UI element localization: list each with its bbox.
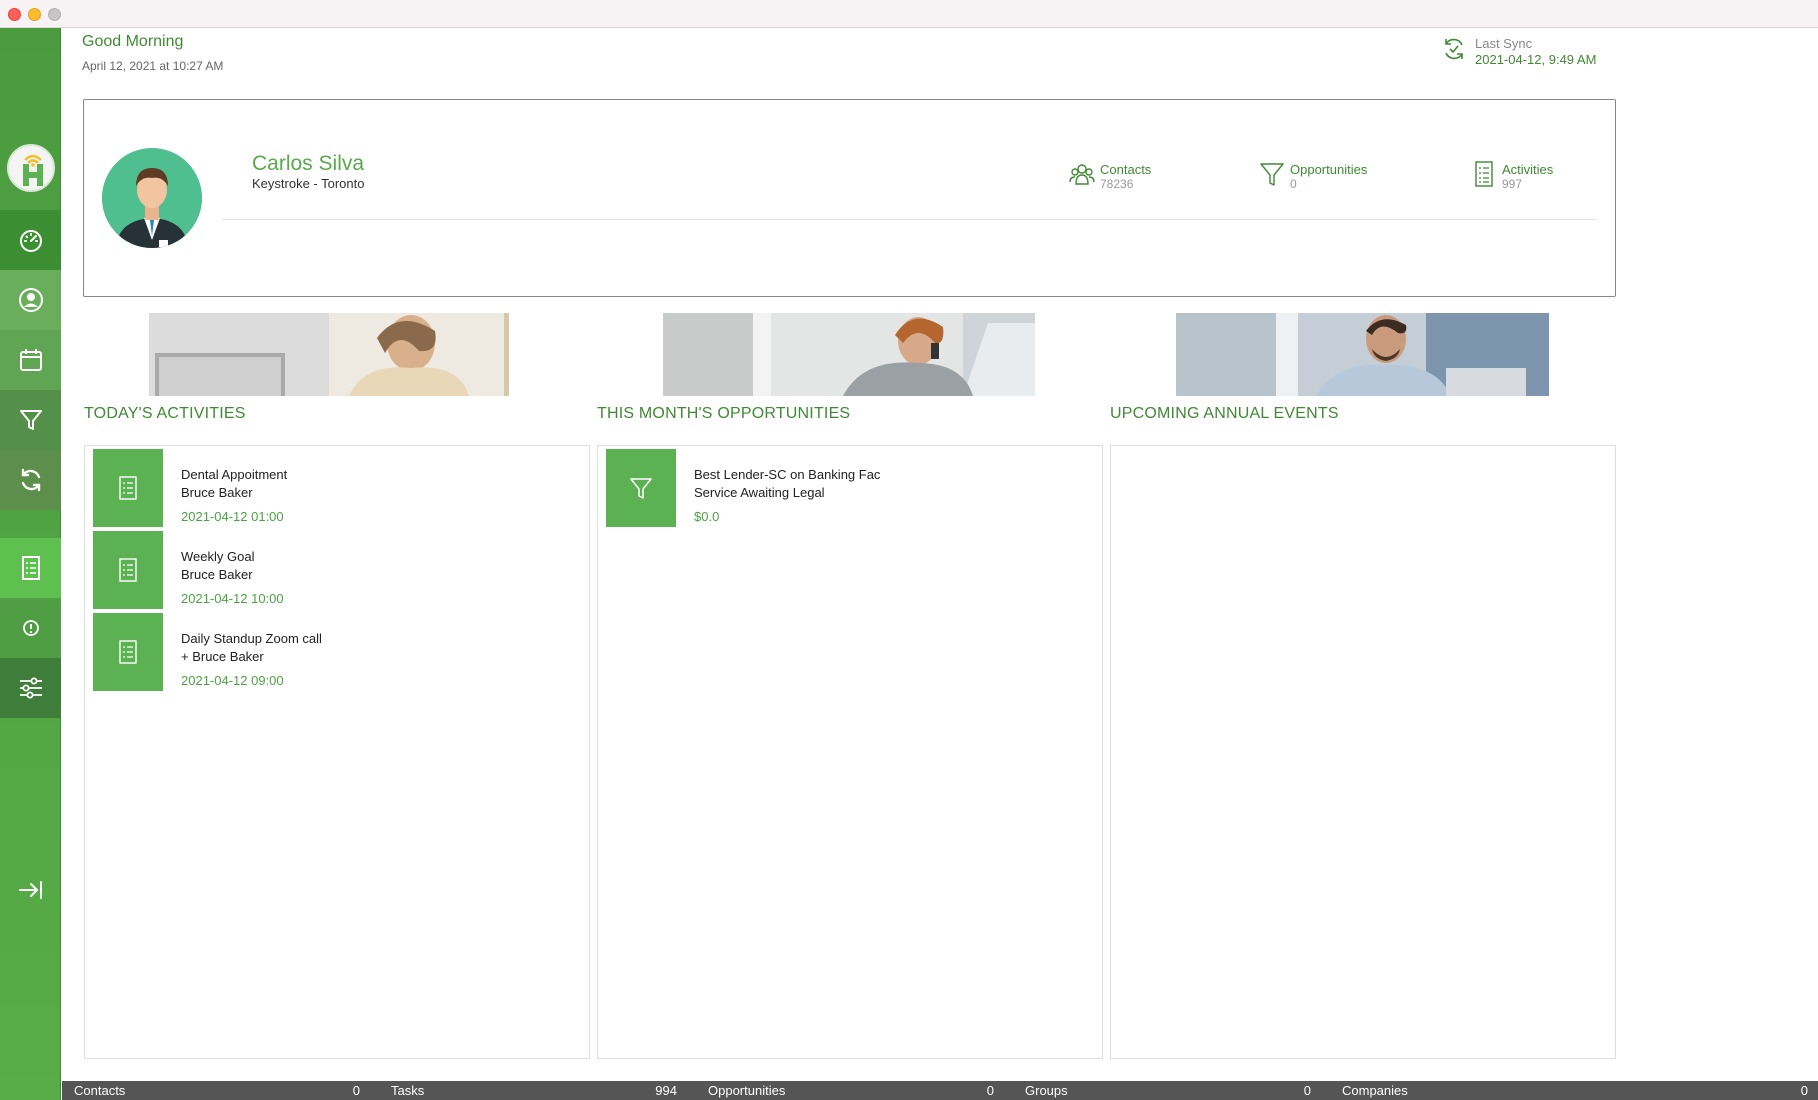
- activity-time: 2021-04-12 09:00: [181, 673, 284, 688]
- funnel-icon: [630, 478, 652, 499]
- stat-contacts-label: Contacts: [1100, 162, 1152, 177]
- checklist-icon: [119, 476, 137, 500]
- stat-contacts-value: 78236: [1100, 177, 1134, 191]
- user-avatar-icon: [102, 148, 202, 248]
- calendar-icon: [19, 349, 42, 371]
- annual-events-panel: [1110, 445, 1616, 1059]
- man-on-phone-image: [663, 313, 1035, 396]
- activity-item[interactable]: Daily Standup Zoom call + Bruce Baker 20…: [93, 613, 573, 693]
- nav-dashboard[interactable]: [0, 210, 61, 270]
- activity-icon-tile: [93, 449, 163, 527]
- status-tasks-value: 994: [655, 1083, 677, 1098]
- month-opportunities-panel: Best Lender-SC on Banking Fac Service Aw…: [597, 445, 1103, 1059]
- status-contacts: Contacts 0: [62, 1083, 370, 1099]
- window-close-button[interactable]: [8, 8, 21, 21]
- events-banner-image: [1176, 313, 1549, 396]
- activities-banner-image: [149, 313, 509, 396]
- status-opportunities-label: Opportunities: [708, 1083, 786, 1098]
- funnel-icon: [1260, 163, 1284, 186]
- opportunity-item[interactable]: Best Lender-SC on Banking Fac Service Aw…: [606, 449, 1086, 529]
- status-opportunities-value: 0: [986, 1083, 994, 1098]
- status-opportunities: Opportunities 0: [696, 1083, 1004, 1099]
- activity-item[interactable]: Dental Appoitment Bruce Baker 2021-04-12…: [93, 449, 573, 529]
- greeting-text: Good Morning: [82, 33, 184, 50]
- user-circle-icon: [18, 288, 43, 312]
- checklist-icon: [119, 640, 137, 664]
- profile-company: Keystroke - Toronto: [252, 176, 365, 191]
- window-titlebar: [0, 0, 1818, 28]
- opportunity-status: Service Awaiting Legal: [694, 485, 825, 500]
- status-groups-label: Groups: [1025, 1083, 1068, 1098]
- checklist-icon: [1475, 161, 1493, 187]
- opportunity-title: Best Lender-SC on Banking Fac: [694, 467, 881, 482]
- stat-activities-label: Activities: [1502, 162, 1554, 177]
- activity-icon-tile: [93, 531, 163, 609]
- nav-sync[interactable]: [0, 450, 61, 510]
- status-companies-label: Companies: [1342, 1083, 1408, 1098]
- status-groups-value: 0: [1303, 1083, 1311, 1098]
- profile-divider: [222, 219, 1596, 220]
- nav-settings[interactable]: [0, 658, 61, 718]
- activity-title: Dental Appoitment: [181, 467, 288, 482]
- settings-sliders-icon: [19, 677, 42, 699]
- status-tasks: Tasks 994: [379, 1083, 687, 1099]
- activity-item[interactable]: Weekly Goal Bruce Baker 2021-04-12 10:00: [93, 531, 573, 611]
- status-contacts-value: 0: [352, 1083, 360, 1098]
- sidebar: [0, 28, 61, 1100]
- avatar: [102, 148, 202, 248]
- nav-activities[interactable]: [0, 538, 61, 598]
- opportunity-icon-tile: [606, 449, 676, 527]
- sync-icon: [21, 468, 40, 492]
- nav-opportunities[interactable]: [0, 390, 61, 450]
- todays-activities-title: TODAY'S ACTIVITIES: [84, 405, 246, 422]
- activity-person: Bruce Baker: [181, 485, 253, 500]
- nav-calendar[interactable]: [0, 330, 61, 390]
- nav-contacts[interactable]: [0, 270, 61, 330]
- app-logo-icon: [9, 146, 53, 190]
- annual-events-title: UPCOMING ANNUAL EVENTS: [1110, 405, 1339, 422]
- stat-activities-value: 997: [1502, 177, 1523, 191]
- dashboard-gauge-icon: [19, 230, 42, 252]
- funnel-icon: [19, 410, 42, 430]
- woman-at-desk-image: [149, 313, 509, 396]
- month-opportunities-title: THIS MONTH'S OPPORTUNITIES: [597, 405, 851, 422]
- opportunities-banner-image: [663, 313, 1035, 396]
- status-companies-value: 0: [1800, 1083, 1808, 1098]
- last-sync-icon: [1445, 38, 1463, 60]
- status-bar: Contacts 0 Tasks 994 Opportunities 0 Gro…: [62, 1081, 1818, 1100]
- checklist-icon: [119, 558, 137, 582]
- activity-person: + Bruce Baker: [181, 649, 264, 664]
- info-icon: [22, 620, 39, 636]
- activity-time: 2021-04-12 10:00: [181, 591, 284, 606]
- contacts-group-icon: [1069, 164, 1095, 185]
- status-tasks-label: Tasks: [391, 1083, 425, 1098]
- activity-title: Weekly Goal: [181, 549, 255, 564]
- checklist-icon: [21, 556, 40, 580]
- stat-opportunities-label: Opportunities: [1290, 162, 1368, 177]
- nav-about[interactable]: [0, 598, 61, 658]
- nav-collapse[interactable]: [0, 860, 61, 920]
- app-logo[interactable]: [7, 144, 55, 192]
- status-companies: Companies 0: [1330, 1083, 1818, 1099]
- smiling-man-laptop-image: [1176, 313, 1549, 396]
- window-zoom-button[interactable]: [48, 8, 61, 21]
- activity-icon-tile: [93, 613, 163, 691]
- opportunity-amount: $0.0: [694, 509, 720, 524]
- window-minimize-button[interactable]: [28, 8, 41, 21]
- last-sync-label: Last Sync: [1475, 36, 1533, 51]
- collapse-arrow-icon: [18, 881, 42, 899]
- activity-title: Daily Standup Zoom call: [181, 631, 322, 646]
- activity-time: 2021-04-12 01:00: [181, 509, 284, 524]
- current-datetime: April 12, 2021 at 10:27 AM: [82, 59, 224, 73]
- profile-name: Carlos Silva: [252, 152, 365, 175]
- activity-person: Bruce Baker: [181, 567, 253, 582]
- status-groups: Groups 0: [1013, 1083, 1321, 1099]
- status-contacts-label: Contacts: [74, 1083, 126, 1098]
- stat-opportunities-value: 0: [1290, 177, 1297, 191]
- todays-activities-panel: Dental Appoitment Bruce Baker 2021-04-12…: [84, 445, 590, 1059]
- last-sync-value: 2021-04-12, 9:49 AM: [1475, 52, 1597, 67]
- profile-card: Carlos Silva Keystroke - Toronto Contact…: [83, 99, 1616, 297]
